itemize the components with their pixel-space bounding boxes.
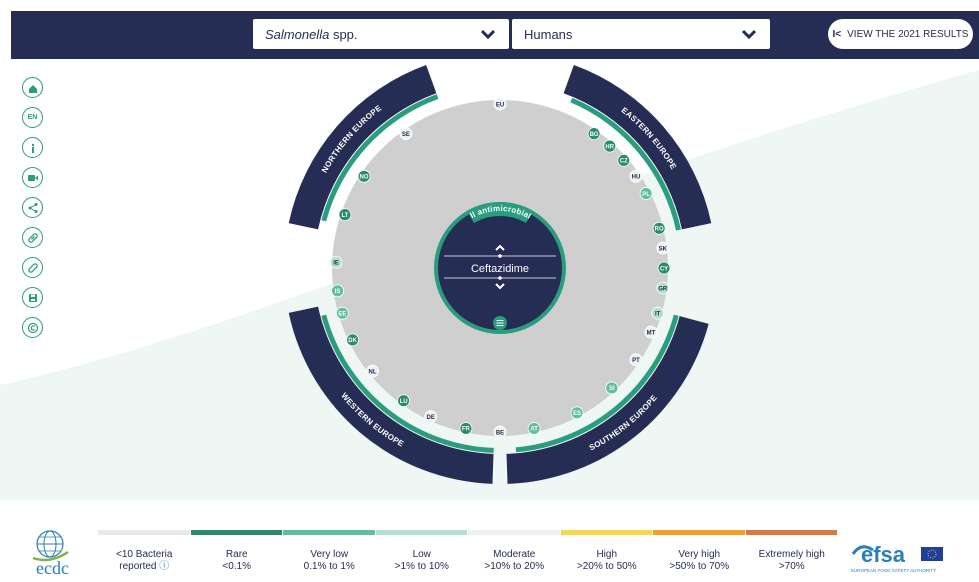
- country-code: CZ: [620, 159, 628, 165]
- legend-swatch-extremelyhigh: [745, 530, 837, 535]
- country-code: NL: [369, 370, 377, 376]
- legend-swatch-low: [375, 530, 467, 535]
- country-code: IE: [333, 261, 339, 267]
- divider-dot: [498, 254, 502, 258]
- country-code: SE: [402, 132, 410, 138]
- legend-range: >20% to 50%: [576, 561, 637, 572]
- legend-swatch-veryhigh: [653, 530, 745, 535]
- country-code: HR: [605, 144, 614, 150]
- legend-swatch-rare: [190, 530, 282, 535]
- country-code: RO: [655, 227, 664, 233]
- country-code: AT: [530, 427, 538, 433]
- country-code: DE: [427, 415, 435, 421]
- legend-label-verylow: Very low 0.1% to 1%: [284, 549, 374, 573]
- legend-label-nodata: <10 Bacteria reported ⓘ: [99, 549, 189, 573]
- legend-category: Low: [412, 549, 431, 560]
- legend-category: High: [596, 549, 618, 560]
- svg-text:EUROPEAN FOOD SAFETY AUTHORITY: EUROPEAN FOOD SAFETY AUTHORITY: [851, 568, 936, 573]
- legend-range: >50% to 70%: [669, 561, 730, 572]
- country-code: PT: [632, 358, 640, 364]
- ecdc-logo: ecdc: [32, 530, 69, 578]
- legend-category: Extremely high: [758, 549, 825, 560]
- country-code: CY: [660, 266, 668, 272]
- legend-category: <10 Bacteria: [116, 549, 173, 560]
- divider-dot: [498, 276, 502, 280]
- country-code: EU: [496, 102, 504, 108]
- country-code: HU: [632, 175, 641, 181]
- antimicrobial-name: Ceftazidime: [471, 263, 529, 275]
- country-code: EE: [338, 312, 346, 318]
- legend-range: <0.1%: [222, 561, 252, 572]
- info-icon[interactable]: ⓘ: [156, 561, 169, 572]
- legend-range: 0.1% to 1%: [303, 561, 355, 572]
- legend-swatch-moderate: [468, 530, 560, 535]
- legend-category: Moderate: [493, 549, 536, 560]
- country-code: NO: [360, 175, 369, 181]
- efsa-logo: efsa EUROPEAN FOOD SAFETY AUTHORITY: [851, 542, 943, 573]
- country-code: BE: [496, 430, 504, 436]
- legend-range: >70%: [778, 561, 805, 572]
- legend-swatch-nodata: [98, 530, 190, 535]
- country-code: LU: [400, 399, 408, 405]
- legend-swatch-verylow: [283, 530, 375, 535]
- country-code: BG: [590, 132, 599, 138]
- country-code: LT: [341, 213, 348, 219]
- country-code: IT: [655, 312, 661, 318]
- country-code: FR: [462, 427, 471, 433]
- legend-category: Very low: [310, 549, 349, 560]
- legend-category: Rare: [225, 549, 248, 560]
- legend-range: >10% to 20%: [484, 561, 545, 572]
- legend-label-moderate: Moderate >10% to 20%: [469, 549, 559, 573]
- legend-label-rare: Rare <0.1%: [192, 549, 282, 573]
- legend-label-high: High >20% to 50%: [562, 549, 652, 573]
- country-code: ES: [573, 411, 581, 417]
- legend-label-extremelyhigh: Extremely high >70%: [747, 549, 837, 573]
- legend-label-veryhigh: Very high >50% to 70%: [654, 549, 744, 573]
- country-code: SK: [659, 246, 668, 252]
- legend-range: reported ⓘ: [119, 561, 170, 572]
- country-code: GR: [658, 286, 668, 292]
- country-code: SI: [609, 386, 615, 392]
- country-code: DK: [348, 338, 357, 344]
- resistance-wheel: NORTHERN EUROPE EASTERN EUROPESOUTHERN EU…: [0, 0, 712, 484]
- country-code: IS: [335, 289, 341, 295]
- country-code: PL: [642, 192, 650, 198]
- legend-swatch-high: [560, 530, 652, 535]
- country-code: MT: [647, 330, 656, 336]
- legend-range: >1% to 10%: [394, 561, 449, 572]
- legend-category: Very high: [678, 549, 721, 560]
- svg-text:ecdc: ecdc: [36, 558, 69, 578]
- svg-text:efsa: efsa: [861, 542, 906, 567]
- legend-label-low: Low >1% to 10%: [377, 549, 467, 573]
